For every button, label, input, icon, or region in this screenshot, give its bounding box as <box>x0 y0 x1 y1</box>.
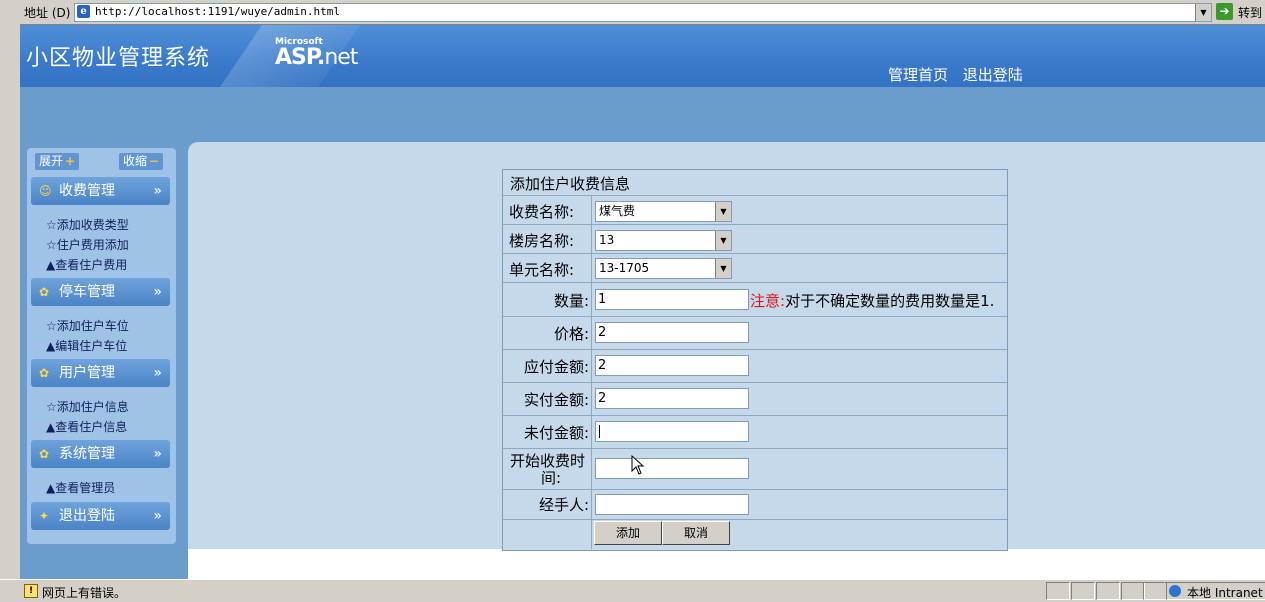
sidebar-section-system[interactable]: ✿ 系统管理 » <box>31 440 170 468</box>
sidebar-item-view-resident[interactable]: ▲查看住户信息 <box>46 418 127 435</box>
sidebar-item-add-fee-type[interactable]: ☆添加收费类型 <box>46 216 129 233</box>
paid-input[interactable]: 2 <box>595 388 749 409</box>
fee-name-label: 收费名称: <box>509 203 575 221</box>
globe-icon <box>1169 585 1181 597</box>
site-header: 小区物业管理系统 Microsoft ASP.net 管理首页 退出登陆 <box>20 25 1265 87</box>
chevron-double-right-icon: » <box>153 446 162 462</box>
status-panel <box>1071 582 1095 600</box>
aspnet-logo: Microsoft ASP.net <box>275 37 358 70</box>
status-bar: ! 网页上有错误。 本地 Intranet <box>0 579 1265 602</box>
address-url: http://localhost:1191/wuye/admin.html <box>95 5 341 18</box>
payable-input[interactable]: 2 <box>595 355 749 376</box>
sidebar-controls: 展开 + 收缩 − <box>35 153 169 171</box>
address-bar: 地址 (D) e http://localhost:1191/wuye/admi… <box>0 0 1265 25</box>
smiley-icon: ☺ <box>39 184 52 198</box>
sidebar-section-parking[interactable]: ✿ 停车管理 » <box>31 278 170 306</box>
text-caret <box>599 425 600 438</box>
status-panel <box>1143 582 1167 600</box>
content-footer <box>188 549 1265 579</box>
chevron-down-icon: ▼ <box>715 231 731 250</box>
form-row-paid: 实付金额: 2 <box>503 383 1007 416</box>
users-icon: ✿ <box>39 447 50 461</box>
sidebar: 展开 + 收缩 − ☺ 收费管理 » ☆添加收费类型 ☆住户费用添加 ▲查看住户费用… <box>27 148 176 544</box>
form-row-building: 楼房名称: 13 ▼ <box>503 225 1007 254</box>
form-row-payable: 应付金额: 2 <box>503 350 1007 383</box>
unpaid-label: 未付金额: <box>523 424 589 442</box>
status-panel <box>1121 582 1145 600</box>
go-label: 转到 <box>1238 6 1263 20</box>
price-label: 价格: <box>553 325 589 343</box>
expand-button[interactable]: 展开 + <box>35 153 80 170</box>
form-row-handler: 经手人: <box>503 490 1007 520</box>
sidebar-item-view-resident-fee[interactable]: ▲查看住户费用 <box>46 256 127 273</box>
unpaid-input[interactable] <box>595 421 749 442</box>
warning-icon[interactable]: ! <box>24 584 38 598</box>
users-icon: ✿ <box>39 285 50 299</box>
add-fee-form: 添加住户收费信息 收费名称: 煤气费 ▼ 楼房名称: 13 ▼ 单元名称: 13-1… <box>502 169 1008 551</box>
security-zone: 本地 Intranet <box>1166 582 1265 600</box>
start-time-label-line2: 间: <box>541 469 562 487</box>
cancel-button[interactable]: 取消 <box>662 521 730 545</box>
nav-home-link[interactable]: 管理首页 <box>888 66 948 84</box>
fee-name-select[interactable]: 煤气费 ▼ <box>595 201 732 222</box>
chevron-double-right-icon: » <box>153 365 162 381</box>
payable-label: 应付金额: <box>523 358 589 376</box>
chevron-double-right-icon: » <box>153 183 162 199</box>
address-input[interactable]: e http://localhost:1191/wuye/admin.html … <box>74 3 1212 22</box>
form-row-start-time: 开始收费时 间: <box>503 449 1007 490</box>
status-message: 网页上有错误。 <box>42 586 127 600</box>
chevron-double-right-icon: » <box>153 284 162 300</box>
start-time-input[interactable] <box>595 458 749 479</box>
chevron-down-icon: ▼ <box>715 259 731 278</box>
sidebar-section-fees[interactable]: ☺ 收费管理 » <box>31 177 170 205</box>
handler-label: 经手人: <box>538 496 589 514</box>
unit-select[interactable]: 13-1705 ▼ <box>595 258 732 279</box>
handler-input[interactable] <box>595 494 749 515</box>
building-label: 楼房名称: <box>509 232 575 250</box>
minus-icon: − <box>149 154 160 168</box>
sidebar-item-add-resident[interactable]: ☆添加住户信息 <box>46 398 129 415</box>
chevron-double-right-icon: » <box>153 508 162 524</box>
sidebar-item-add-parking[interactable]: ☆添加住户车位 <box>46 317 129 334</box>
quantity-input[interactable]: 1 <box>595 289 749 310</box>
address-dropdown-icon[interactable]: ▼ <box>1195 4 1211 21</box>
status-panel <box>1096 582 1120 600</box>
go-button[interactable]: ➔ 转到 <box>1216 3 1265 21</box>
building-select[interactable]: 13 ▼ <box>595 230 732 251</box>
lightbulb-icon: ✦ <box>39 509 50 523</box>
add-button[interactable]: 添加 <box>594 521 662 545</box>
sidebar-item-add-resident-fee[interactable]: ☆住户费用添加 <box>46 236 129 253</box>
plus-icon: + <box>65 154 76 168</box>
chevron-down-icon: ▼ <box>715 202 731 221</box>
ie-page-icon: e <box>77 5 90 18</box>
collapse-button[interactable]: 收缩 − <box>119 153 164 170</box>
form-row-price: 价格: 2 <box>503 317 1007 350</box>
form-row-unit: 单元名称: 13-1705 ▼ <box>503 254 1007 283</box>
header-nav: 管理首页 退出登陆 <box>888 64 1033 85</box>
sidebar-section-logout[interactable]: ✦ 退出登陆 » <box>31 502 170 530</box>
site-title: 小区物业管理系统 <box>26 46 211 71</box>
quantity-label: 数量: <box>553 292 589 310</box>
form-row-fee-name: 收费名称: 煤气费 ▼ <box>503 196 1007 225</box>
go-arrow-icon: ➔ <box>1216 3 1233 20</box>
form-row-unpaid: 未付金额: <box>503 416 1007 449</box>
form-row-actions: 添加 取消 <box>503 520 1007 549</box>
price-input[interactable]: 2 <box>595 322 749 343</box>
browser-left-frame <box>0 24 21 579</box>
sidebar-section-users[interactable]: ✿ 用户管理 » <box>31 359 170 387</box>
sidebar-item-view-admin[interactable]: ▲查看管理员 <box>46 479 115 496</box>
unit-label: 单元名称: <box>509 261 575 279</box>
nav-logout-link[interactable]: 退出登陆 <box>963 66 1023 84</box>
sidebar-item-edit-parking[interactable]: ▲编辑住户车位 <box>46 337 127 354</box>
form-row-quantity: 数量: 1 注意:对于不确定数量的费用数量是1. <box>503 283 1007 317</box>
form-caption-row: 添加住户收费信息 <box>503 170 1007 196</box>
address-label: 地址 (D) <box>24 6 71 20</box>
status-panel <box>1046 582 1070 600</box>
quantity-note: 注意:对于不确定数量的费用数量是1. <box>750 292 995 310</box>
paid-label: 实付金额: <box>523 391 589 409</box>
form-caption: 添加住户收费信息 <box>510 175 631 193</box>
users-icon: ✿ <box>39 366 50 380</box>
header-band <box>20 87 1265 142</box>
